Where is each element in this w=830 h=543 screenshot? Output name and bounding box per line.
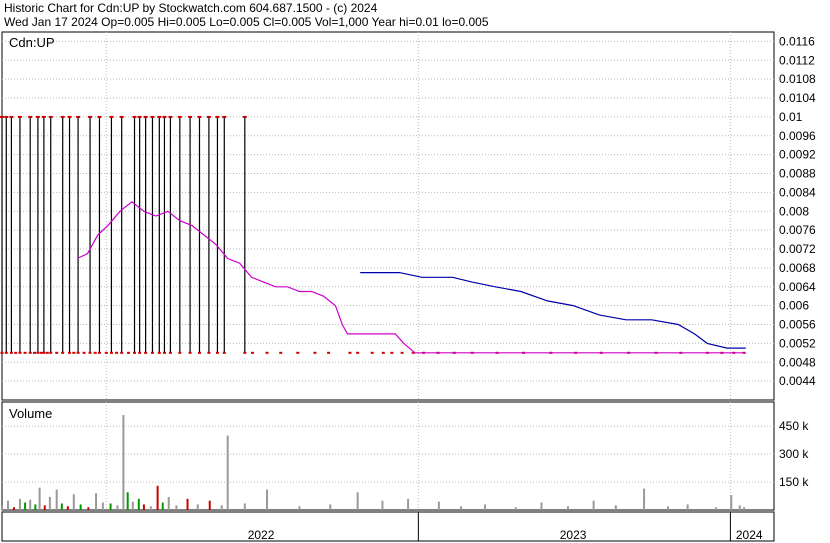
volume-bar: [126, 492, 129, 510]
volume-bar: [714, 507, 717, 510]
volume-bar: [72, 494, 75, 510]
volume-bar: [137, 498, 140, 510]
price-tick-label: 0.0116: [779, 34, 815, 48]
price-panel-frame: [1, 31, 775, 401]
volume-bar: [122, 415, 125, 510]
volume-bar: [514, 507, 517, 510]
time-axis-frame: [1, 511, 775, 542]
price-tick-label: 0.0092: [779, 148, 816, 162]
volume-bar: [24, 502, 27, 510]
volume-bar: [131, 501, 134, 510]
volume-bar: [66, 506, 69, 510]
volume-tick-label: 150 k: [779, 475, 809, 489]
volume-bar: [38, 487, 41, 510]
price-panel: 0.0116 0.0112 0.0108 0.0104 0.01 0.0096 0.0092…: [0, 31, 816, 401]
price-tick-label: 0.0096: [779, 129, 816, 143]
price-tick-label: 0.006: [779, 299, 809, 313]
volume-panel-frame: [1, 401, 775, 511]
volume-bar: [407, 498, 410, 510]
volume-bar: [329, 504, 332, 510]
volume-bar: [460, 506, 463, 510]
price-tick-label: 0.01: [779, 110, 803, 124]
volume-bar: [95, 493, 98, 510]
volume-bar: [220, 505, 223, 510]
volume-bar: [484, 504, 487, 510]
time-axis: 2022 2023 2024: [1, 511, 775, 542]
volume-bar: [437, 501, 440, 510]
volume-bar: [540, 502, 543, 510]
volume-panel: 450 k 300 k 150 k Volume: [1, 401, 809, 511]
volume-bar: [6, 500, 9, 510]
volume-bar: [196, 504, 199, 510]
volume-bar: [48, 496, 51, 510]
price-tick-label: 0.0108: [779, 72, 816, 86]
price-tick-label: 0.0088: [779, 167, 816, 181]
volume-bar: [743, 507, 746, 510]
symbol-label: Cdn:UP: [9, 35, 55, 50]
stock-chart: 0.0116 0.0112 0.0108 0.0104 0.01 0.0096 0.0092…: [0, 31, 816, 542]
volume-tick-label: 450 k: [779, 419, 809, 433]
volume-bar: [738, 505, 741, 510]
volume-bar: [79, 504, 82, 510]
volume-label: Volume: [9, 406, 52, 421]
volume-bar: [12, 507, 15, 510]
volume-axis: 450 k 300 k 150 k: [779, 419, 809, 489]
price-tick-label: 0.0068: [779, 261, 816, 275]
volume-bar: [156, 485, 159, 510]
volume-bar: [34, 504, 37, 510]
volume-bar: [686, 504, 689, 510]
volume-bar: [592, 500, 595, 510]
price-tick-label: 0.0048: [779, 355, 816, 369]
volume-bar: [208, 500, 211, 510]
price-tick-label: 0.0076: [779, 223, 816, 237]
volume-bar: [116, 505, 119, 510]
volume-bar: [356, 492, 359, 510]
price-tick-label: 0.0104: [779, 91, 816, 105]
volume-bar: [226, 435, 229, 510]
volume-bar: [55, 489, 58, 510]
year-label: 2022: [248, 528, 275, 542]
volume-bar: [161, 502, 164, 510]
price-tick-label: 0.0064: [779, 280, 816, 294]
volume-bar: [43, 505, 46, 510]
price-tick-label: 0.0112: [779, 53, 815, 67]
volume-bar: [1, 506, 3, 510]
price-tick-label: 0.0044: [779, 374, 816, 388]
volume-bar: [643, 488, 646, 510]
volume-bar: [381, 500, 384, 510]
price-axis: 0.0116 0.0112 0.0108 0.0104 0.01 0.0096 0.0092…: [779, 34, 816, 388]
volume-bar: [142, 504, 145, 510]
volume-bar: [566, 506, 569, 510]
volume-bar: [29, 499, 32, 510]
year-label: 2024: [736, 528, 763, 542]
volume-bar: [730, 495, 733, 510]
volume-bar: [60, 503, 63, 510]
volume-bar: [298, 506, 301, 510]
volume-bar: [186, 498, 189, 510]
volume-tick-label: 300 k: [779, 447, 809, 461]
volume-bar: [18, 498, 21, 510]
volume-bar: [666, 506, 669, 510]
volume-bar: [87, 507, 90, 510]
price-tick-label: 0.0084: [779, 185, 816, 199]
volume-bar: [101, 502, 104, 510]
year-label: 2023: [560, 528, 587, 542]
price-tick-label: 0.008: [779, 204, 809, 218]
volume-bar: [266, 489, 269, 510]
volume-bar: [243, 503, 246, 510]
price-tick-label: 0.0072: [779, 242, 816, 256]
price-tick-label: 0.0052: [779, 336, 816, 350]
volume-bar: [175, 505, 178, 510]
volume-bar: [109, 503, 112, 510]
price-tick-label: 0.0056: [779, 318, 816, 332]
volume-bar: [167, 496, 170, 510]
volume-bar: [614, 505, 617, 510]
volume-bar: [149, 506, 152, 510]
